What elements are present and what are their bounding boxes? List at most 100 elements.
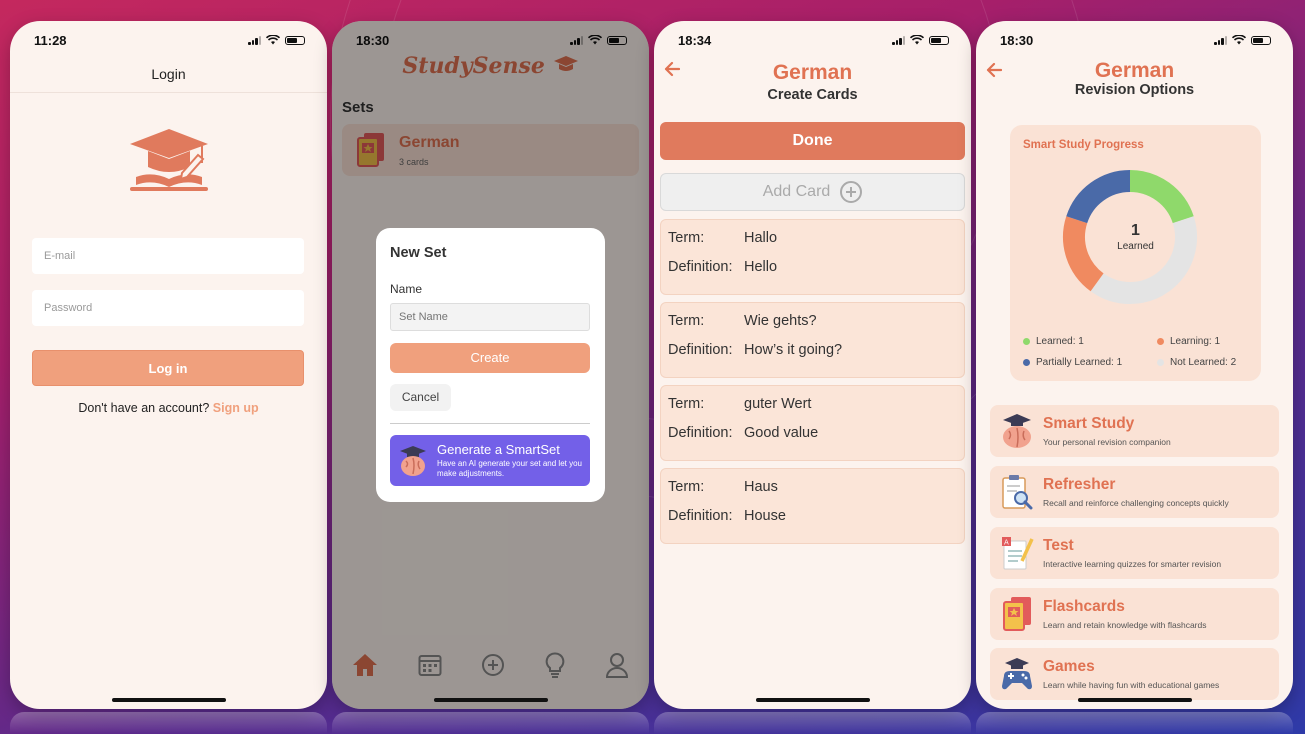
login-button[interactable]: Log in <box>32 350 304 386</box>
signup-link[interactable]: Sign up <box>213 401 259 415</box>
definition-value[interactable]: How’s it going? <box>744 342 842 358</box>
term-value[interactable]: Haus <box>744 479 778 495</box>
svg-text:A: A <box>1004 539 1009 547</box>
add-circle-icon <box>840 181 863 203</box>
legend-label: Learning: 1 <box>1170 336 1221 347</box>
create-button[interactable]: Create <box>390 343 590 373</box>
legend-label: Learned: 1 <box>1036 336 1084 347</box>
progress-title: Smart Study Progress <box>1023 139 1144 151</box>
term-value[interactable]: guter Wert <box>744 396 811 412</box>
term-card[interactable]: Term: Hallo Definition: Hello <box>660 219 965 295</box>
term-value[interactable]: Hallo <box>744 230 777 246</box>
set-title: German <box>1094 59 1175 82</box>
definition-label: Definition: <box>668 259 733 275</box>
create-cards-screen: 18:34 German Create Cards Done Add Card … <box>654 21 971 709</box>
option-flashcards[interactable]: Flashcards Learn and retain knowledge wi… <box>990 588 1279 640</box>
legend-learned: Learned: 1 <box>1023 336 1084 347</box>
legend-dot <box>1023 359 1030 366</box>
new-set-modal: New Set Name Create Cancel Generate a Sm… <box>376 228 605 502</box>
email-field[interactable] <box>32 238 304 274</box>
option-title: Test <box>1043 537 1074 554</box>
definition-label: Definition: <box>668 425 733 441</box>
learned-count: 1 <box>1131 222 1140 239</box>
definition-value[interactable]: Good value <box>744 425 818 441</box>
signup-prompt: Don't have an account? Sign up <box>10 401 327 415</box>
gamepad-icon <box>1002 658 1032 690</box>
term-card[interactable]: Term: Wie gehts? Definition: How’s it go… <box>660 302 965 378</box>
phone-reflection <box>332 712 649 734</box>
term-label: Term: <box>668 230 705 246</box>
option-title: Games <box>1043 658 1095 675</box>
option-smart-study[interactable]: Smart Study Your personal revision compa… <box>990 405 1279 457</box>
status-bar: 18:34 <box>678 33 949 51</box>
clipboard-search-icon <box>1002 475 1033 510</box>
revision-options-screen: 18:30 German Revision Options Smart Stud… <box>976 21 1293 709</box>
status-bar: 18:30 <box>1000 33 1271 51</box>
option-description: Recall and reinforce challenging concept… <box>1043 498 1229 508</box>
wifi-icon <box>1232 35 1246 45</box>
status-time: 18:34 <box>678 33 712 48</box>
term-card[interactable]: Term: Haus Definition: House <box>660 468 965 544</box>
smartset-description: Have an AI generate your set and let you… <box>437 459 582 478</box>
smartset-title: Generate a SmartSet <box>437 442 560 457</box>
legend-not-learned: Not Learned: 2 <box>1157 357 1236 368</box>
name-label: Name <box>390 282 423 296</box>
option-title: Flashcards <box>1043 598 1125 615</box>
cancel-button[interactable]: Cancel <box>390 384 451 411</box>
page-subtitle: Revision Options <box>1074 82 1195 98</box>
signup-prompt-text: Don't have an account? <box>78 401 210 415</box>
password-field[interactable] <box>32 290 304 326</box>
set-name-input[interactable] <box>390 303 590 331</box>
home-indicator <box>755 698 870 702</box>
add-card-button[interactable]: Add Card <box>660 173 965 211</box>
option-title: Smart Study <box>1043 415 1135 432</box>
wifi-icon <box>266 35 280 45</box>
generate-smartset-button[interactable]: Generate a SmartSet Have an AI generate … <box>390 435 590 486</box>
graduation-cap-book-icon <box>130 129 208 191</box>
page-title: Login <box>10 56 327 93</box>
legend-dot <box>1157 338 1164 345</box>
phone-reflection <box>654 712 971 734</box>
home-indicator <box>1077 698 1192 702</box>
battery-icon <box>1251 35 1271 45</box>
legend-dot <box>1023 338 1030 345</box>
home-indicator <box>433 698 548 702</box>
definition-value[interactable]: Hello <box>744 259 777 275</box>
option-title: Refresher <box>1043 476 1116 493</box>
set-title: German <box>772 61 853 84</box>
home-indicator <box>111 698 226 702</box>
phone-reflection <box>976 712 1293 734</box>
definition-value[interactable]: House <box>744 508 786 524</box>
option-refresher[interactable]: Refresher Recall and reinforce challengi… <box>990 466 1279 518</box>
flashcards-icon <box>1003 597 1031 631</box>
status-time: 11:28 <box>34 33 67 48</box>
term-label: Term: <box>668 396 705 412</box>
brain-cap-icon <box>400 446 426 476</box>
donut-segment-learned <box>1129 170 1194 224</box>
term-label: Term: <box>668 313 705 329</box>
done-button[interactable]: Done <box>660 122 965 160</box>
option-test[interactable]: A Test Interactive learning quizzes for … <box>990 527 1279 579</box>
signal-icon <box>248 35 261 45</box>
test-paper-icon: A <box>1002 537 1034 570</box>
page-subtitle: Create Cards <box>767 87 858 103</box>
status-time: 18:30 <box>1000 33 1034 48</box>
phone-reflection <box>10 712 327 734</box>
term-label: Term: <box>668 479 705 495</box>
definition-label: Definition: <box>668 342 733 358</box>
term-card[interactable]: Term: guter Wert Definition: Good value <box>660 385 965 461</box>
option-games[interactable]: Games Learn while having fun with educat… <box>990 648 1279 700</box>
option-description: Learn while having fun with educational … <box>1043 680 1220 690</box>
modal-title: New Set <box>390 245 447 261</box>
legend-label: Not Learned: 2 <box>1170 357 1237 368</box>
brain-cap-icon <box>1003 414 1031 448</box>
add-card-label: Add Card <box>762 183 831 200</box>
status-bar: 11:28 <box>34 33 305 51</box>
option-description: Learn and retain knowledge with flashcar… <box>1043 620 1207 630</box>
option-description: Interactive learning quizzes for smarter… <box>1043 559 1222 569</box>
legend-partially-learned: Partially Learned: 1 <box>1023 357 1122 368</box>
wifi-icon <box>910 35 924 45</box>
battery-icon <box>285 35 305 45</box>
term-value[interactable]: Wie gehts? <box>744 313 817 329</box>
legend-label: Partially Learned: 1 <box>1036 357 1123 368</box>
